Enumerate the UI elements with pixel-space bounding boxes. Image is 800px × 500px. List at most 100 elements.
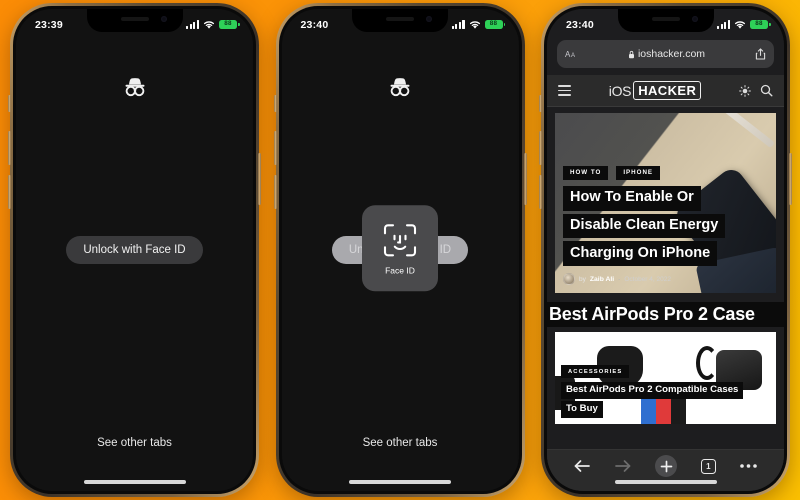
page-settings-icon[interactable]: AA (565, 48, 578, 61)
article-headline: How To Enable Or Disable Clean Energy Ch… (563, 185, 768, 266)
section-title: Best AirPods Pro 2 Case (547, 302, 784, 327)
volume-up-button[interactable] (539, 131, 542, 165)
volume-down-button[interactable] (273, 175, 277, 209)
byline-date: October 4, 2022 (624, 275, 671, 283)
faceid-authentication-modal: Face ID (362, 205, 438, 292)
tag-accessories[interactable]: ACCESSORIES (561, 365, 630, 379)
status-time: 23:40 (300, 18, 329, 31)
lock-icon (628, 50, 634, 58)
battery-icon: 88 (219, 19, 240, 30)
earpiece-speaker (386, 17, 414, 21)
faceid-label: Face ID (385, 264, 415, 275)
battery-percent: 88 (489, 20, 498, 28)
front-camera-icon (160, 16, 167, 22)
brightness-icon[interactable] (739, 84, 751, 97)
cellular-signal-icon (717, 20, 730, 29)
mute-switch[interactable] (8, 95, 11, 112)
byline-prefix: by (579, 275, 586, 283)
back-arrow-icon[interactable] (573, 458, 591, 474)
search-icon[interactable] (760, 84, 773, 97)
hamburger-menu-icon[interactable] (558, 85, 571, 96)
notch (352, 9, 448, 32)
stylus-object (717, 113, 775, 149)
tag-iphone[interactable]: IPHONE (616, 165, 661, 180)
volume-up-button[interactable] (8, 131, 11, 165)
byline-author[interactable]: Zaib Ali (590, 276, 614, 283)
battery-percent: 88 (755, 20, 763, 28)
phone-safari-site: 23:40 88 A A ioshacker.com iOS HACKER HO… (539, 3, 792, 497)
power-button[interactable] (258, 153, 261, 205)
front-camera-icon (691, 16, 698, 22)
safari-browser: AA ioshacker.com iOS HACKER HOW TO IPHON… (547, 9, 784, 491)
front-camera-icon (426, 16, 432, 22)
power-button[interactable] (789, 153, 792, 205)
svg-text:A: A (571, 53, 575, 59)
phone-screen: 23:40 88 (281, 9, 519, 491)
url-display[interactable]: ioshacker.com (578, 48, 755, 60)
volume-up-button[interactable] (273, 131, 277, 165)
earpiece-speaker (120, 17, 149, 21)
phone-private-locked: 23:39 88 Unlock with Face ID See other t… (8, 3, 261, 497)
second-article-overlay: ACCESSORIES Best AirPods Pro 2 Compatibl… (561, 365, 744, 420)
address-bar-row: AA ioshacker.com (547, 36, 784, 75)
see-other-tabs-link[interactable]: See other tabs (16, 437, 253, 449)
featured-article-card[interactable]: HOW TO IPHONE How To Enable Or Disable C… (555, 113, 776, 293)
unlock-area: Unlock with Face ID (16, 9, 253, 491)
private-tab-screen: Unlock with Face ID See other tabs (16, 9, 253, 491)
headline-line-3: Charging On iPhone (563, 241, 718, 266)
cellular-signal-icon (451, 20, 465, 29)
mute-switch[interactable] (539, 95, 542, 112)
private-tab-screen: Unlock with Face ID (281, 9, 519, 491)
phone-screen: 23:39 88 Unlock with Face ID See other t… (16, 9, 253, 491)
phone-bezel: 23:40 88 (544, 6, 787, 494)
headline-line-1: How To Enable Or (563, 185, 701, 211)
face-id-icon (383, 223, 417, 256)
battery-icon: 88 (484, 19, 506, 30)
share-icon[interactable] (755, 48, 766, 60)
byline-separator: - (618, 275, 621, 283)
volume-down-button[interactable] (539, 175, 542, 209)
phone-bezel: 23:40 88 (278, 6, 522, 494)
site-header: iOS HACKER (547, 75, 784, 107)
wifi-icon (203, 20, 215, 29)
avatar (563, 273, 575, 285)
phone-bezel: 23:39 88 Unlock with Face ID See other t… (13, 6, 256, 494)
address-bar[interactable]: AA ioshacker.com (557, 40, 774, 68)
second-article-headline: Best AirPods Pro 2 Compatible Cases To B… (561, 382, 744, 418)
earpiece-speaker (651, 17, 680, 21)
forward-arrow-icon[interactable] (614, 458, 632, 474)
see-other-tabs-link[interactable]: See other tabs (282, 437, 519, 449)
mute-switch[interactable] (273, 95, 277, 112)
home-indicator[interactable] (614, 480, 717, 484)
volume-down-button[interactable] (8, 175, 11, 209)
site-logo[interactable]: iOS HACKER (609, 80, 702, 101)
header-actions (739, 84, 773, 97)
article-overlay: HOW TO IPHONE How To Enable Or Disable C… (563, 165, 768, 285)
second-article-card[interactable]: ACCESSORIES Best AirPods Pro 2 Compatibl… (555, 332, 776, 424)
article-byline: by Zaib Ali - October 4, 2022 (563, 273, 768, 285)
notch (617, 9, 714, 32)
url-text: ioshacker.com (637, 48, 706, 60)
safari-toolbar: 1 (547, 449, 784, 491)
status-indicators: 88 (186, 19, 240, 30)
cellular-signal-icon (186, 20, 199, 29)
status-time: 23:39 (35, 18, 63, 31)
home-indicator[interactable] (83, 480, 186, 484)
more-options-icon[interactable] (739, 463, 758, 469)
status-indicators: 88 (451, 19, 506, 30)
new-tab-button[interactable] (655, 455, 678, 477)
phone-screen: 23:40 88 (547, 9, 784, 491)
tag-how-to[interactable]: HOW TO (563, 165, 609, 180)
power-button[interactable] (523, 153, 527, 205)
plus-icon (660, 460, 673, 472)
second-headline-line-1: Best AirPods Pro 2 Compatible Cases (561, 382, 744, 400)
second-headline-line-2: To Buy (561, 401, 603, 418)
status-indicators: 88 (717, 19, 771, 30)
tab-count-button[interactable]: 1 (700, 458, 716, 474)
unlock-with-faceid-button[interactable]: Unlock with Face ID (66, 236, 203, 264)
wifi-icon (734, 20, 746, 29)
screenshot-stage: 23:39 88 Unlock with Face ID See other t… (0, 0, 800, 500)
headline-line-2: Disable Clean Energy (563, 213, 726, 239)
home-indicator[interactable] (349, 480, 451, 484)
logo-boxed: HACKER (633, 80, 702, 101)
